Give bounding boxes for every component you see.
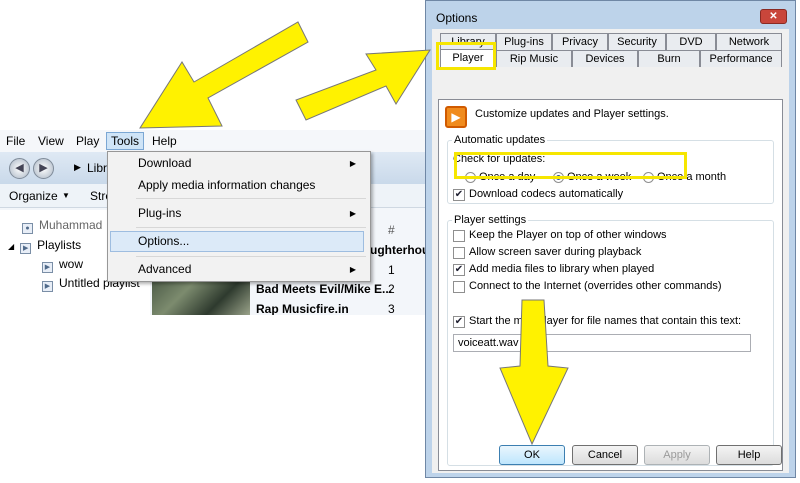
- checkbox-label: Download codecs automatically: [469, 188, 624, 200]
- keep-on-top-checkbox[interactable]: [453, 230, 465, 242]
- forward-icon[interactable]: ▶: [33, 158, 54, 179]
- playlist-icon: ▶: [42, 262, 53, 273]
- menu-play[interactable]: Play: [76, 134, 99, 148]
- playlist-icon: ▶: [20, 243, 32, 254]
- apply-button[interactable]: Apply: [644, 445, 710, 465]
- tab-burn[interactable]: Burn: [638, 50, 700, 67]
- connect-internet-checkbox[interactable]: [453, 281, 465, 293]
- menu-help[interactable]: Help: [152, 134, 177, 148]
- playlist-icon: ▶: [42, 281, 53, 292]
- tools-menu: Download ▶ Apply media information chang…: [107, 151, 371, 282]
- tab-security[interactable]: Security: [608, 33, 666, 50]
- menu-separator: [136, 256, 366, 257]
- track-title[interactable]: Bad Meets Evil/Mike E...: [256, 282, 392, 296]
- screen-saver-checkbox[interactable]: [453, 247, 465, 259]
- mini-player-checkbox[interactable]: ✔: [453, 316, 465, 328]
- menu-item-plugins[interactable]: Plug-ins: [138, 206, 181, 220]
- checkbox-label: Keep the Player on top of other windows: [469, 229, 667, 241]
- tab-devices[interactable]: Devices: [572, 50, 638, 67]
- track-number: 3: [388, 302, 395, 315]
- menu-separator: [136, 227, 366, 228]
- tab-privacy[interactable]: Privacy: [552, 33, 608, 50]
- download-codecs-checkbox[interactable]: ✔: [453, 189, 465, 201]
- menu-item-download[interactable]: Download: [138, 156, 191, 170]
- tree-playlist-item[interactable]: ▶ wow: [42, 257, 83, 273]
- help-button[interactable]: Help: [716, 445, 782, 465]
- track-number: 2: [388, 282, 395, 296]
- arrow-to-player-tab-icon: [295, 49, 431, 121]
- options-dialog: Options ✕ Library Plug-ins Privacy Secur…: [425, 0, 796, 478]
- breadcrumb-arrow-icon: ▶: [74, 162, 81, 172]
- tree-playlists[interactable]: ◢ ▶ Playlists: [8, 238, 81, 254]
- track-number: 1: [388, 263, 395, 277]
- menu-tools[interactable]: Tools: [106, 132, 145, 150]
- column-header-number[interactable]: #: [388, 223, 395, 237]
- tab-plugins[interactable]: Plug-ins: [496, 33, 552, 50]
- tab-dvd[interactable]: DVD: [666, 33, 716, 50]
- dialog-title: Options: [436, 11, 478, 25]
- organize-dropdown-icon[interactable]: ▼: [62, 191, 70, 200]
- tab-network[interactable]: Network: [716, 33, 782, 50]
- checkbox-label: Connect to the Internet (overrides other…: [469, 280, 722, 292]
- add-to-library-checkbox[interactable]: ✔: [453, 264, 465, 276]
- user-icon: ●: [22, 223, 33, 234]
- download-codecs-highlight: [454, 152, 687, 179]
- menu-separator: [136, 198, 366, 199]
- tab-performance[interactable]: Performance: [700, 50, 782, 67]
- mini-player-text-input[interactable]: [453, 334, 751, 352]
- menu-item-apply-media[interactable]: Apply media information changes: [138, 178, 315, 192]
- organize-button[interactable]: Organize: [9, 189, 58, 203]
- group-legend: Player settings: [454, 214, 527, 226]
- arrow-to-tools-icon: [139, 21, 309, 129]
- tree-root[interactable]: ● Muhammad: [22, 218, 102, 234]
- menu-view[interactable]: View: [38, 134, 64, 148]
- panel-header: Customize updates and Player settings.: [475, 108, 669, 120]
- menu-item-options[interactable]: Options...: [138, 234, 189, 248]
- submenu-arrow-icon: ▶: [349, 209, 356, 218]
- track-title[interactable]: Rap Musicfire.in: [256, 302, 349, 315]
- breadcrumb[interactable]: Libr: [87, 161, 107, 175]
- ok-button[interactable]: OK: [499, 445, 565, 465]
- tab-rip-music[interactable]: Rip Music: [496, 50, 572, 67]
- cancel-button[interactable]: Cancel: [572, 445, 638, 465]
- checkbox-label: Allow screen saver during playback: [469, 246, 642, 258]
- menu-file[interactable]: File: [6, 134, 25, 148]
- expand-icon[interactable]: ◢: [8, 242, 14, 251]
- menu-item-advanced[interactable]: Advanced: [138, 262, 191, 276]
- checkbox-label: Add media files to library when played: [469, 263, 655, 275]
- checkbox-label: Start the mini Player for file names tha…: [469, 315, 742, 327]
- back-icon[interactable]: ◀: [9, 158, 30, 179]
- close-button[interactable]: ✕: [760, 9, 787, 24]
- player-icon: ▶: [445, 106, 467, 128]
- dialog-body: Library Plug-ins Privacy Security DVD Ne…: [432, 29, 789, 473]
- player-tab-highlight: [436, 42, 496, 70]
- menu-bar: File View Play Tools Help: [0, 130, 428, 152]
- group-legend: Automatic updates: [454, 134, 546, 146]
- submenu-arrow-icon: ▶: [349, 159, 356, 168]
- submenu-arrow-icon: ▶: [349, 265, 356, 274]
